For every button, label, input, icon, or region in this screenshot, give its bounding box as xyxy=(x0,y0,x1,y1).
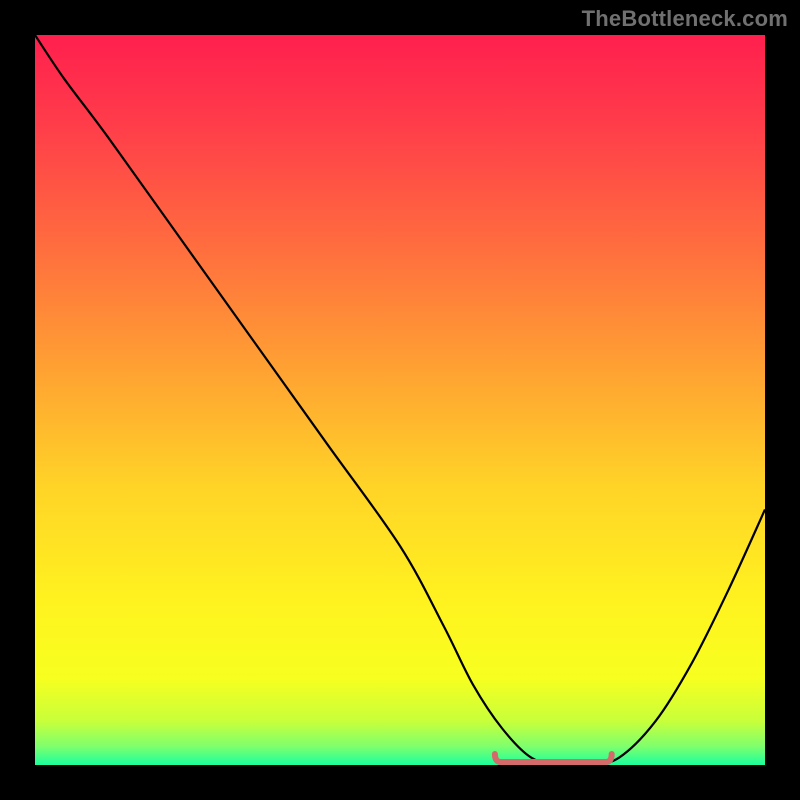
plot-area xyxy=(35,35,765,765)
bottleneck-curve xyxy=(35,35,765,765)
watermark-text: TheBottleneck.com xyxy=(582,6,788,32)
optimal-range-marker xyxy=(495,754,612,762)
chart-frame: TheBottleneck.com xyxy=(0,0,800,800)
